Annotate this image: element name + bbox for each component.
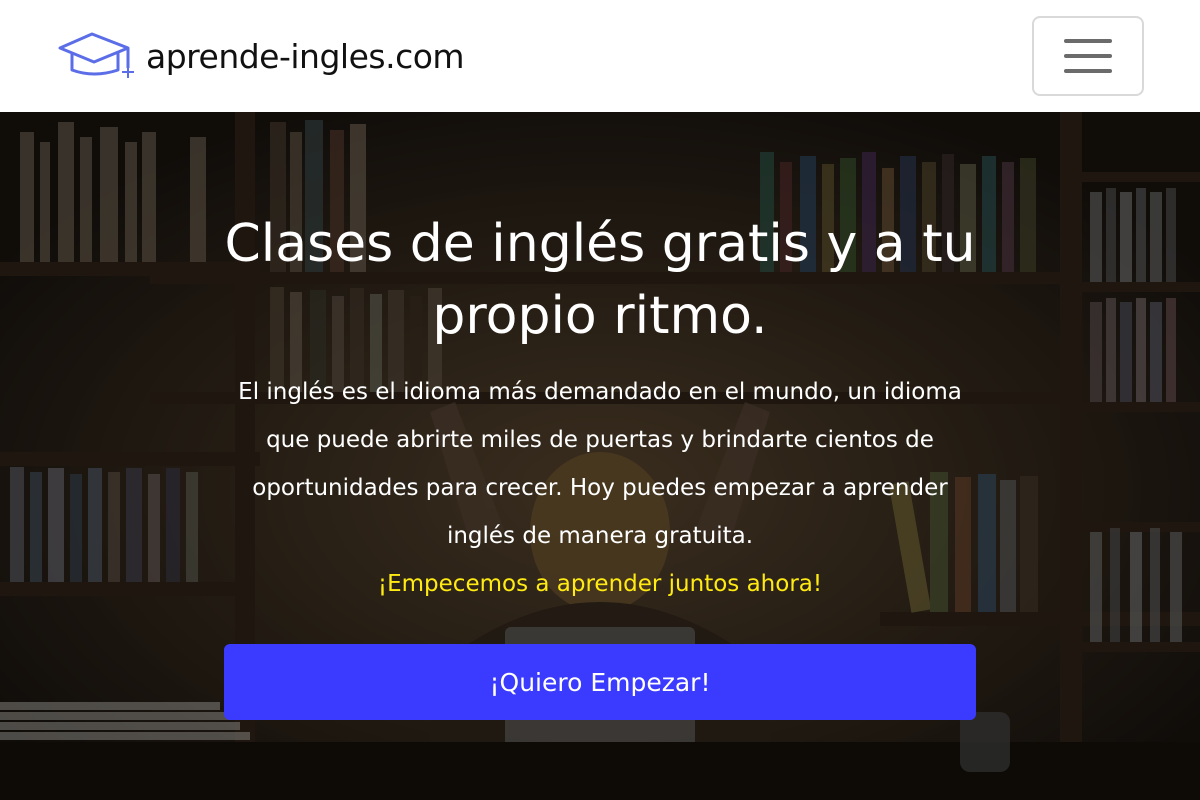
start-button[interactable]: ¡Quiero Empezar! — [224, 644, 976, 720]
hero-content: Clases de inglés gratis y a tu propio ri… — [0, 112, 1200, 800]
site-name: aprende-ingles.com — [146, 36, 465, 76]
hero-title: Clases de inglés gratis y a tu propio ri… — [224, 214, 976, 346]
site-header: aprende-ingles.com — [0, 0, 1200, 112]
hamburger-menu-icon — [1064, 39, 1112, 43]
hamburger-menu-icon-bar — [1064, 54, 1112, 58]
hero-highlight-text: ¡Empecemos a aprender juntos ahora! — [377, 571, 823, 597]
hamburger-menu-icon-bar — [1064, 69, 1112, 73]
brand-link[interactable]: aprende-ingles.com — [56, 28, 465, 84]
graduation-cap-icon — [58, 32, 134, 78]
hero-section: Clases de inglés gratis y a tu propio ri… — [0, 112, 1200, 800]
hero-description: El inglés es el idioma más demandado en … — [238, 379, 962, 549]
hamburger-menu-button[interactable] — [1032, 16, 1144, 96]
